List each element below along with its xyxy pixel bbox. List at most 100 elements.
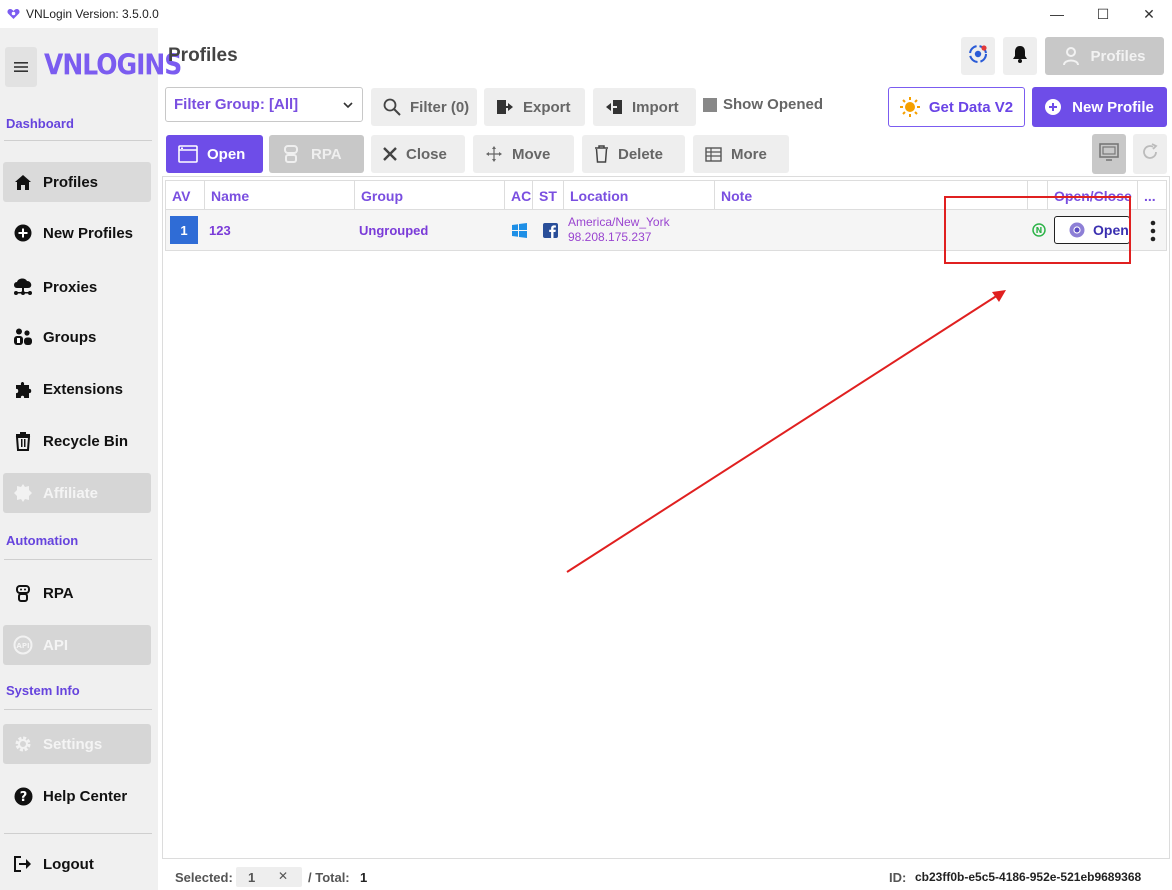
people-icon <box>12 328 34 346</box>
filter-button[interactable]: Filter (0) <box>371 88 477 126</box>
facebook-icon <box>543 223 558 243</box>
show-opened-checkbox[interactable]: Show Opened <box>703 96 823 113</box>
minimize-button[interactable]: — <box>1034 0 1080 28</box>
open-label: Open <box>207 145 246 163</box>
sidebar-item-settings[interactable]: Settings <box>3 724 151 764</box>
location-timezone: America/New_York <box>568 215 670 229</box>
filter-label: Filter (0) <box>410 98 470 116</box>
monitor-icon <box>1099 142 1119 166</box>
profiles-account-button[interactable]: Profiles <box>1045 37 1164 75</box>
kebab-menu-icon[interactable] <box>1150 220 1156 247</box>
sidebar-item-affiliate[interactable]: Affiliate <box>3 473 151 513</box>
table-row[interactable]: 1 123 Ungrouped America/New_York 98.208.… <box>166 210 1166 251</box>
selected-count: 1 <box>248 870 256 885</box>
selected-count-box <box>236 867 302 887</box>
sidebar-item-help-center[interactable]: ? Help Center <box>3 776 151 816</box>
sidebar-item-rpa[interactable]: RPA <box>3 573 151 613</box>
get-data-label: Get Data V2 <box>928 98 1014 116</box>
refresh-button[interactable] <box>1133 134 1167 174</box>
window-icon <box>178 145 198 163</box>
sidebar-item-label: Settings <box>43 735 103 753</box>
close-profile-button[interactable]: Close <box>371 135 465 173</box>
filter-group-select[interactable]: Filter Group: [All] <box>165 87 363 122</box>
vnlogin-heart-icon <box>6 7 20 21</box>
col-group[interactable]: Group <box>355 181 505 211</box>
col-av[interactable]: AV <box>166 181 205 211</box>
sidebar-item-profiles[interactable]: Profiles <box>3 162 151 202</box>
rpa-button[interactable]: RPA <box>269 135 364 173</box>
move-label: Move <box>512 145 551 163</box>
plus-circle-icon <box>1045 99 1062 115</box>
profile-name[interactable]: 123 <box>209 223 231 238</box>
profiles-account-label: Profiles <box>1090 47 1146 65</box>
sidebar-item-proxies[interactable]: Proxies <box>3 267 151 307</box>
sidebar-item-label: Profiles <box>43 173 99 191</box>
title-bar: VNLogin Version: 3.5.0.0 — ☐ ✕ <box>0 0 1172 28</box>
table-header: AV Name Group AC ST Location Note Open/C… <box>166 180 1166 211</box>
profile-location: America/New_York 98.208.175.237 <box>568 215 670 245</box>
col-more[interactable]: ... <box>1138 181 1166 211</box>
refresh-icon <box>1140 142 1160 167</box>
status-bar: Selected: 1 ✕ / Total: 1 ID: cb23ff0b-e5… <box>162 860 1172 890</box>
col-note[interactable]: Note <box>715 181 1028 211</box>
close-icon: ✕ <box>1143 5 1155 22</box>
profile-group: Ungrouped <box>359 223 429 238</box>
col-name[interactable]: Name <box>205 181 355 211</box>
svg-text:N: N <box>1036 226 1043 235</box>
clear-selection-icon[interactable]: ✕ <box>278 869 288 883</box>
delete-button[interactable]: Delete <box>582 135 685 173</box>
maximize-button[interactable]: ☐ <box>1080 0 1126 28</box>
sidebar-item-extensions[interactable]: Extensions <box>3 369 151 409</box>
open-button[interactable]: Open <box>166 135 263 173</box>
logout-icon <box>12 855 34 873</box>
sidebar-item-label: API <box>43 636 69 654</box>
more-button[interactable]: More <box>693 135 789 173</box>
plus-circle-icon <box>12 224 34 242</box>
question-icon: ? <box>12 787 34 806</box>
search-icon <box>383 98 401 116</box>
row-open-button[interactable]: Open <box>1054 216 1130 244</box>
col-status[interactable] <box>1028 181 1048 211</box>
close-window-button[interactable]: ✕ <box>1126 0 1172 28</box>
window-title: VNLogin Version: 3.5.0.0 <box>26 7 159 21</box>
get-data-button[interactable]: Get Data V2 <box>888 87 1025 127</box>
sidebar-item-new-profiles[interactable]: New Profiles <box>3 213 151 253</box>
export-label: Export <box>523 98 571 116</box>
export-icon <box>496 99 514 115</box>
export-button[interactable]: Export <box>484 88 585 126</box>
col-ac[interactable]: AC <box>505 181 533 211</box>
sync-button[interactable] <box>961 37 995 75</box>
import-icon <box>605 99 623 115</box>
cloud-network-icon <box>12 277 34 297</box>
svg-text:?: ? <box>19 790 27 805</box>
sidebar-item-logout[interactable]: Logout <box>3 844 151 884</box>
sidebar-item-groups[interactable]: Groups <box>3 317 151 357</box>
screen-view-button[interactable] <box>1092 134 1126 174</box>
show-opened-label: Show Opened <box>723 96 824 113</box>
divider <box>4 140 152 141</box>
col-open-close[interactable]: Open/Close <box>1048 181 1138 211</box>
table-icon <box>705 146 722 162</box>
move-button[interactable]: Move <box>473 135 574 173</box>
page-title: Profiles <box>168 45 238 66</box>
sidebar-item-recycle-bin[interactable]: Recycle Bin <box>3 421 151 461</box>
move-arrows-icon <box>485 145 503 163</box>
close-label: Close <box>406 145 447 163</box>
status-n-icon: N <box>1032 223 1046 242</box>
sidebar-item-api[interactable]: API API <box>3 625 151 665</box>
notifications-button[interactable] <box>1003 37 1037 75</box>
selected-label: Selected: <box>175 870 233 885</box>
bell-icon <box>1012 45 1028 68</box>
new-profile-button[interactable]: New Profile <box>1032 87 1167 127</box>
import-button[interactable]: Import <box>593 88 696 126</box>
home-icon <box>12 174 34 191</box>
col-location[interactable]: Location <box>564 181 715 211</box>
sidebar-item-label: Recycle Bin <box>43 432 129 450</box>
windows-icon <box>512 223 527 243</box>
maximize-icon: ☐ <box>1096 5 1110 22</box>
robot-icon <box>12 583 34 603</box>
menu-toggle-button[interactable] <box>5 47 37 87</box>
col-st[interactable]: ST <box>533 181 564 211</box>
minimize-icon: — <box>1050 6 1064 22</box>
avatar: 1 <box>170 216 198 244</box>
